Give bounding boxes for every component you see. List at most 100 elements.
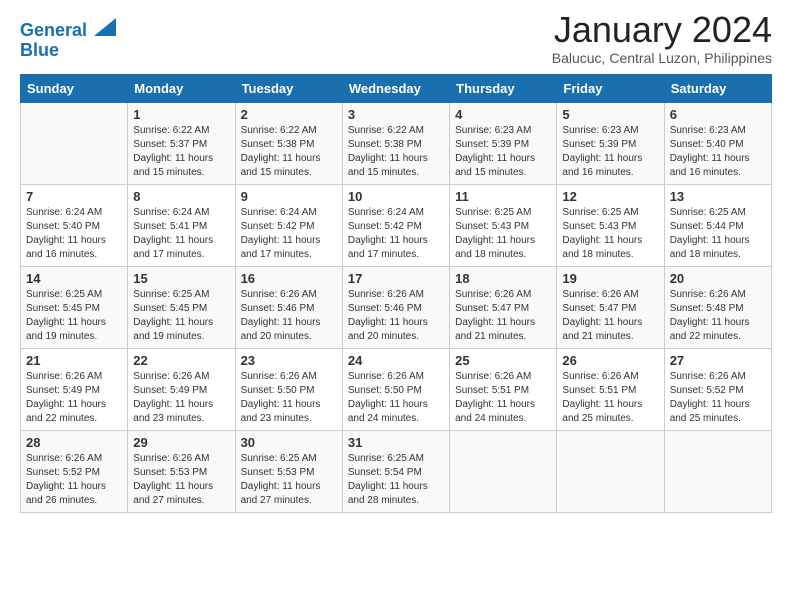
calendar-cell [664,430,771,512]
calendar-cell: 1Sunrise: 6:22 AMSunset: 5:37 PMDaylight… [128,102,235,184]
day-number: 28 [26,435,122,450]
day-info: Sunrise: 6:26 AMSunset: 5:52 PMDaylight:… [670,370,766,426]
day-number: 9 [241,189,337,204]
day-number: 3 [348,107,444,122]
calendar-table: SundayMondayTuesdayWednesdayThursdayFrid… [20,74,772,513]
weekday-header-monday: Monday [128,74,235,102]
day-info: Sunrise: 6:24 AMSunset: 5:42 PMDaylight:… [241,206,337,262]
calendar-cell: 11Sunrise: 6:25 AMSunset: 5:43 PMDayligh… [450,184,557,266]
calendar-cell: 14 Sunrise: 6:25 AMSunset: 5:45 PMDayligh… [21,266,128,348]
day-number: 2 [241,107,337,122]
weekday-header-saturday: Saturday [664,74,771,102]
calendar-cell: 9 Sunrise: 6:24 AMSunset: 5:42 PMDaylight… [235,184,342,266]
calendar-cell: 2 Sunrise: 6:22 AMSunset: 5:38 PMDaylight… [235,102,342,184]
day-number: 19 [562,271,658,286]
day-number: 24 [348,353,444,368]
day-info: Sunrise: 6:26 AMSunset: 5:51 PMDaylight:… [562,370,658,426]
week-row-4: 21 Sunrise: 6:26 AMSunset: 5:49 PMDayligh… [21,348,772,430]
weekday-header-friday: Friday [557,74,664,102]
day-info: Sunrise: 6:25 AMSunset: 5:45 PMDaylight:… [26,288,122,344]
day-number: 5 [562,107,658,122]
day-number: 6 [670,107,766,122]
day-number: 8 [133,189,229,204]
day-number: 18 [455,271,551,286]
day-number: 22 [133,353,229,368]
calendar-cell: 29 Sunrise: 6:26 AMSunset: 5:53 PMDayligh… [128,430,235,512]
calendar-cell [21,102,128,184]
day-info: Sunrise: 6:24 AMSunset: 5:40 PMDaylight:… [26,206,122,262]
location-subtitle: Balucuc, Central Luzon, Philippines [552,50,772,66]
day-info: Sunrise: 6:22 AMSunset: 5:38 PMDaylight:… [348,124,444,180]
calendar-cell: 23Sunrise: 6:26 AMSunset: 5:50 PMDayligh… [235,348,342,430]
day-number: 21 [26,353,122,368]
logo: General Blue [20,18,116,61]
month-title: January 2024 [552,10,772,50]
day-info: Sunrise: 6:26 AMSunset: 5:51 PMDaylight:… [455,370,551,426]
calendar-cell: 20 Sunrise: 6:26 AMSunset: 5:48 PMDayligh… [664,266,771,348]
day-info: Sunrise: 6:26 AMSunset: 5:46 PMDaylight:… [348,288,444,344]
day-info: Sunrise: 6:26 AMSunset: 5:48 PMDaylight:… [670,288,766,344]
day-number: 31 [348,435,444,450]
day-number: 15 [133,271,229,286]
logo-blue: Blue [20,40,59,60]
calendar-cell: 12 Sunrise: 6:25 AMSunset: 5:43 PMDayligh… [557,184,664,266]
calendar-cell: 6Sunrise: 6:23 AMSunset: 5:40 PMDaylight… [664,102,771,184]
day-info: Sunrise: 6:26 AMSunset: 5:49 PMDaylight:… [133,370,229,426]
day-info: Sunrise: 6:26 AMSunset: 5:49 PMDaylight:… [26,370,122,426]
weekday-header-wednesday: Wednesday [342,74,449,102]
day-number: 14 [26,271,122,286]
day-number: 16 [241,271,337,286]
calendar-cell: 10 Sunrise: 6:24 AMSunset: 5:42 PMDayligh… [342,184,449,266]
day-info: Sunrise: 6:25 AMSunset: 5:54 PMDaylight:… [348,452,444,508]
calendar-cell: 19Sunrise: 6:26 AMSunset: 5:47 PMDayligh… [557,266,664,348]
page-header: General Blue January 2024 Balucuc, Centr… [20,10,772,66]
day-number: 27 [670,353,766,368]
weekday-header-sunday: Sunday [21,74,128,102]
day-info: Sunrise: 6:26 AMSunset: 5:46 PMDaylight:… [241,288,337,344]
logo-general: General [20,20,87,40]
calendar-cell: 3 Sunrise: 6:22 AMSunset: 5:38 PMDaylight… [342,102,449,184]
calendar-cell: 22 Sunrise: 6:26 AMSunset: 5:49 PMDayligh… [128,348,235,430]
calendar-cell: 26 Sunrise: 6:26 AMSunset: 5:51 PMDayligh… [557,348,664,430]
day-info: Sunrise: 6:26 AMSunset: 5:53 PMDaylight:… [133,452,229,508]
week-row-5: 28Sunrise: 6:26 AMSunset: 5:52 PMDayligh… [21,430,772,512]
calendar-cell: 21 Sunrise: 6:26 AMSunset: 5:49 PMDayligh… [21,348,128,430]
day-info: Sunrise: 6:24 AMSunset: 5:42 PMDaylight:… [348,206,444,262]
calendar-cell: 17 Sunrise: 6:26 AMSunset: 5:46 PMDayligh… [342,266,449,348]
day-info: Sunrise: 6:23 AMSunset: 5:39 PMDaylight:… [455,124,551,180]
calendar-cell: 28Sunrise: 6:26 AMSunset: 5:52 PMDayligh… [21,430,128,512]
calendar-cell: 7 Sunrise: 6:24 AMSunset: 5:40 PMDaylight… [21,184,128,266]
calendar-cell: 4Sunrise: 6:23 AMSunset: 5:39 PMDaylight… [450,102,557,184]
title-area: January 2024 Balucuc, Central Luzon, Phi… [552,10,772,66]
day-info: Sunrise: 6:25 AMSunset: 5:43 PMDaylight:… [562,206,658,262]
calendar-cell: 8 Sunrise: 6:24 AMSunset: 5:41 PMDaylight… [128,184,235,266]
day-info: Sunrise: 6:24 AMSunset: 5:41 PMDaylight:… [133,206,229,262]
day-number: 25 [455,353,551,368]
logo-icon [94,18,116,36]
weekday-header-row: SundayMondayTuesdayWednesdayThursdayFrid… [21,74,772,102]
calendar-cell: 18 Sunrise: 6:26 AMSunset: 5:47 PMDayligh… [450,266,557,348]
calendar-cell [557,430,664,512]
calendar-cell [450,430,557,512]
calendar-cell: 16 Sunrise: 6:26 AMSunset: 5:46 PMDayligh… [235,266,342,348]
day-number: 23 [241,353,337,368]
day-number: 1 [133,107,229,122]
day-number: 10 [348,189,444,204]
day-number: 30 [241,435,337,450]
day-info: Sunrise: 6:22 AMSunset: 5:38 PMDaylight:… [241,124,337,180]
week-row-1: 1Sunrise: 6:22 AMSunset: 5:37 PMDaylight… [21,102,772,184]
day-number: 26 [562,353,658,368]
day-info: Sunrise: 6:25 AMSunset: 5:43 PMDaylight:… [455,206,551,262]
day-number: 20 [670,271,766,286]
day-info: Sunrise: 6:26 AMSunset: 5:50 PMDaylight:… [348,370,444,426]
day-number: 17 [348,271,444,286]
calendar-cell: 27 Sunrise: 6:26 AMSunset: 5:52 PMDayligh… [664,348,771,430]
day-info: Sunrise: 6:26 AMSunset: 5:47 PMDaylight:… [455,288,551,344]
calendar-cell: 31 Sunrise: 6:25 AMSunset: 5:54 PMDayligh… [342,430,449,512]
week-row-3: 14 Sunrise: 6:25 AMSunset: 5:45 PMDayligh… [21,266,772,348]
day-number: 29 [133,435,229,450]
day-number: 12 [562,189,658,204]
day-number: 7 [26,189,122,204]
weekday-header-tuesday: Tuesday [235,74,342,102]
calendar-cell: 5Sunrise: 6:23 AMSunset: 5:39 PMDaylight… [557,102,664,184]
